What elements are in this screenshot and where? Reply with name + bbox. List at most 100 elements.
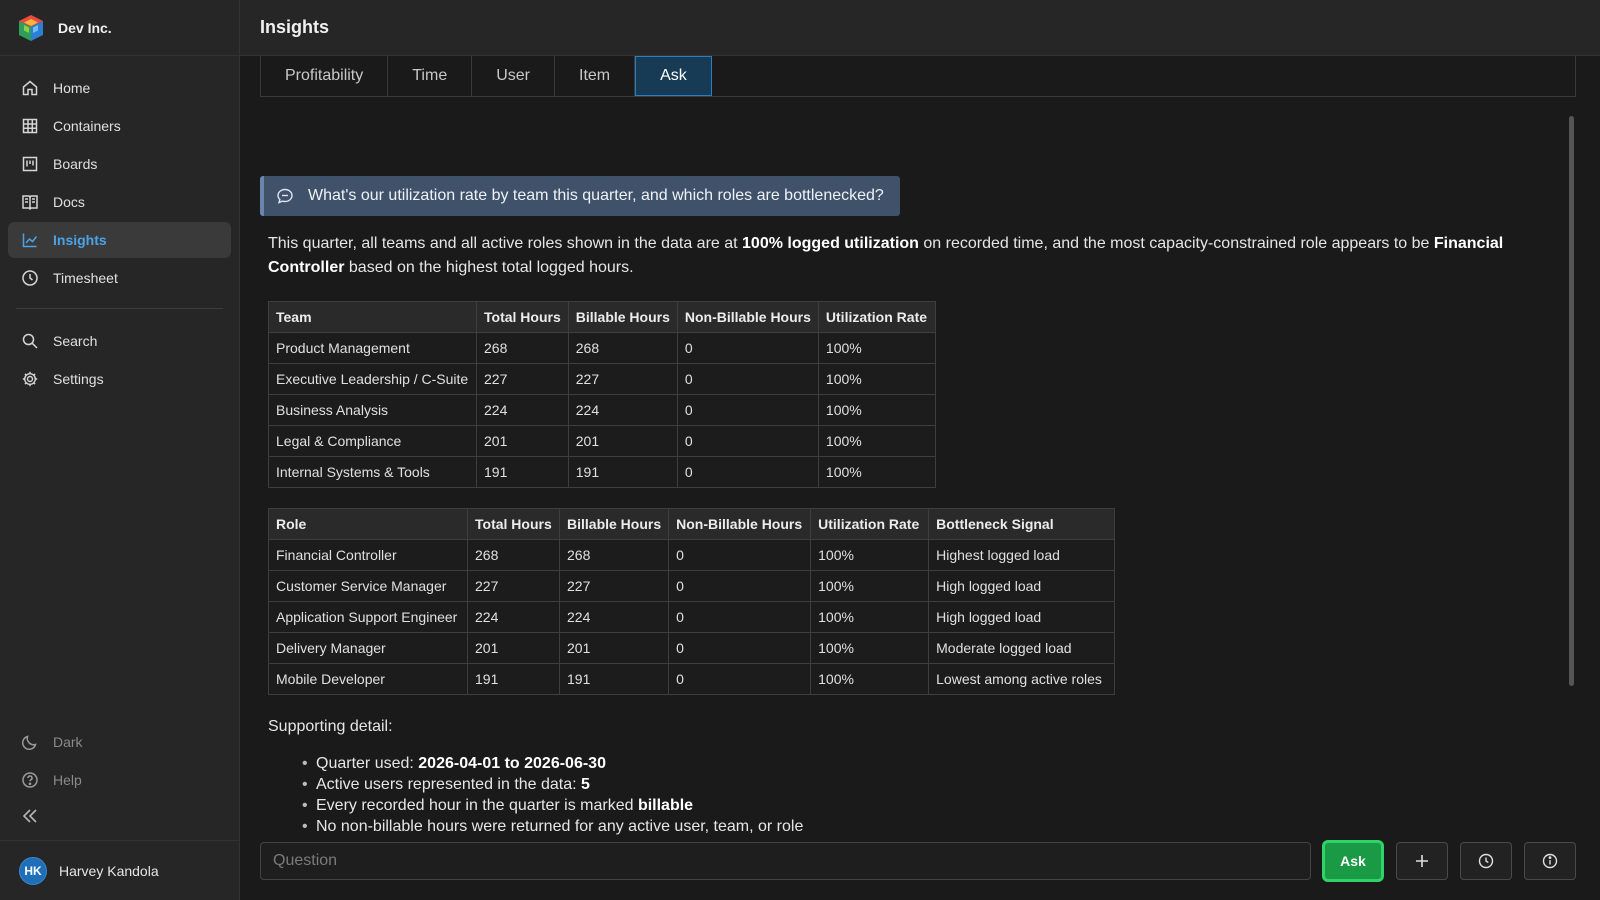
- page-title: Insights: [260, 17, 330, 37]
- gear-icon: [21, 370, 39, 388]
- theme-toggle[interactable]: Dark: [8, 724, 232, 760]
- table-cell: 268: [476, 332, 569, 364]
- tab-user[interactable]: User: [472, 56, 555, 96]
- table-cell: Financial Controller: [268, 539, 468, 571]
- table-cell: 0: [668, 570, 812, 602]
- table-cell: 0: [668, 632, 812, 664]
- chat-bubble-icon: [276, 187, 294, 205]
- list-item-highlight: billable: [637, 797, 694, 814]
- table-cell: 201: [467, 632, 560, 664]
- table-cell: 227: [476, 363, 569, 395]
- table-cell: 224: [558, 601, 670, 633]
- content-scrollbar[interactable]: [1569, 116, 1574, 686]
- column-header: Team: [268, 301, 477, 333]
- table-cell: 0: [676, 425, 819, 457]
- table-cell: Highest logged load: [928, 539, 1116, 571]
- list-item-text: Quarter used:: [316, 755, 419, 772]
- brand[interactable]: Dev Inc.: [0, 0, 239, 56]
- question-text: What's our utilization rate by team this…: [308, 187, 884, 204]
- history-button[interactable]: [1460, 842, 1512, 880]
- column-header: Utilization Rate: [817, 301, 936, 333]
- column-header: Total Hours: [476, 301, 569, 333]
- table-cell: 268: [467, 539, 560, 571]
- table-cell: 227: [467, 570, 560, 602]
- sidebar-item-insights[interactable]: Insights: [8, 222, 231, 258]
- table-row: Legal & Compliance 201 201 0 100%: [268, 425, 936, 457]
- sidebar-item-home[interactable]: Home: [8, 70, 231, 106]
- table-cell: 0: [676, 332, 819, 364]
- sidebar-item-label: Boards: [53, 156, 98, 172]
- cube-logo-icon: [19, 14, 43, 41]
- list-item: Active users represented in the data: 5: [302, 774, 803, 795]
- sidebar-item-label: Containers: [53, 118, 121, 134]
- info-button[interactable]: [1524, 842, 1576, 880]
- ask-button[interactable]: Ask: [1322, 840, 1384, 882]
- table-row: Delivery Manager 201 201 0 100% Moderate logg…: [268, 632, 1116, 664]
- table-cell: 100%: [817, 425, 936, 457]
- table-row: Product Management 268 268 0 100%: [268, 332, 936, 364]
- brand-name: Dev Inc.: [58, 19, 112, 36]
- table-cell: 0: [676, 456, 819, 488]
- sidebar-item-label: Dark: [53, 734, 83, 750]
- book-icon: [21, 193, 39, 211]
- sidebar-item-label: Docs: [53, 194, 85, 210]
- answer-panel: What's our utilization rate by team this…: [260, 98, 1570, 838]
- sidebar-bottom: Dark Help: [0, 722, 240, 828]
- sidebar-item-docs[interactable]: Docs: [8, 184, 231, 220]
- table-row: Application Support Engineer 224 224 0 100% H…: [268, 601, 1116, 633]
- table-cell: Internal Systems & Tools: [268, 456, 477, 488]
- table-cell: Delivery Manager: [268, 632, 468, 664]
- table-cell: High logged load: [928, 601, 1116, 633]
- sidebar-item-search[interactable]: Search: [8, 323, 231, 359]
- new-question-button[interactable]: [1396, 842, 1448, 880]
- avatar: HK: [19, 856, 47, 885]
- list-item-text: No non-billable hours were returned for …: [316, 818, 804, 835]
- answer-summary: This quarter, all teams and all active r…: [268, 232, 1558, 280]
- history-icon: [1478, 853, 1494, 869]
- table-cell: 268: [567, 332, 678, 364]
- sidebar-item-containers[interactable]: Containers: [8, 108, 231, 144]
- help-icon: [21, 771, 39, 789]
- table-cell: Business Analysis: [268, 394, 477, 426]
- table-cell: 100%: [817, 394, 936, 426]
- team-utilization-table: Team Total Hours Billable Hours Non-Bill…: [268, 301, 936, 488]
- table-cell: 191: [567, 456, 678, 488]
- help-link[interactable]: Help: [8, 762, 232, 798]
- table-cell: 191: [476, 456, 569, 488]
- question-input[interactable]: [260, 842, 1311, 880]
- user-profile[interactable]: HK Harvey Kandola: [0, 840, 240, 900]
- question-bubble: What's our utilization rate by team this…: [260, 176, 900, 216]
- table-cell: 268: [558, 539, 670, 571]
- main-nav: Home Containers Boards Docs Insights Tim…: [0, 56, 239, 397]
- plus-icon: [1416, 855, 1428, 867]
- sidebar-item-boards[interactable]: Boards: [8, 146, 231, 182]
- answer-text: on recorded time, and the most capacity-…: [918, 235, 1434, 252]
- ask-bar: Ask: [260, 840, 1576, 882]
- table-cell: Customer Service Manager: [268, 570, 468, 602]
- tab-time[interactable]: Time: [388, 56, 473, 96]
- sidebar-item-settings[interactable]: Settings: [8, 361, 231, 397]
- tab-profitability[interactable]: Profitability: [261, 56, 389, 96]
- table-cell: Product Management: [268, 332, 477, 364]
- moon-icon: [21, 733, 39, 751]
- tab-ask[interactable]: Ask: [635, 56, 712, 96]
- table-row: Customer Service Manager 227 227 0 100% High …: [268, 570, 1116, 602]
- sidebar-item-timesheet[interactable]: Timesheet: [8, 260, 231, 296]
- table-header-row: Role Total Hours Billable Hours Non-Bill…: [268, 508, 1116, 540]
- list-item-highlight: 2026-04-01 to 2026-06-30: [418, 755, 606, 772]
- tab-item[interactable]: Item: [555, 56, 636, 96]
- column-header: Billable Hours: [567, 301, 678, 333]
- user-name: Harvey Kandola: [59, 862, 159, 879]
- table-cell: 224: [567, 394, 678, 426]
- table-cell: 100%: [817, 456, 936, 488]
- sidebar: Dev Inc. Home Containers Boards Docs Ins…: [0, 0, 240, 900]
- column-header: Non-Billable Hours: [676, 301, 819, 333]
- table-cell: 227: [558, 570, 670, 602]
- table-cell: 0: [668, 601, 812, 633]
- collapse-sidebar-button[interactable]: [21, 804, 240, 828]
- sidebar-item-label: Insights: [53, 232, 107, 248]
- insights-tabs: Profitability Time User Item Ask: [260, 56, 1576, 97]
- table-cell: Legal & Compliance: [268, 425, 477, 457]
- home-icon: [21, 79, 39, 97]
- table-cell: 224: [467, 601, 560, 633]
